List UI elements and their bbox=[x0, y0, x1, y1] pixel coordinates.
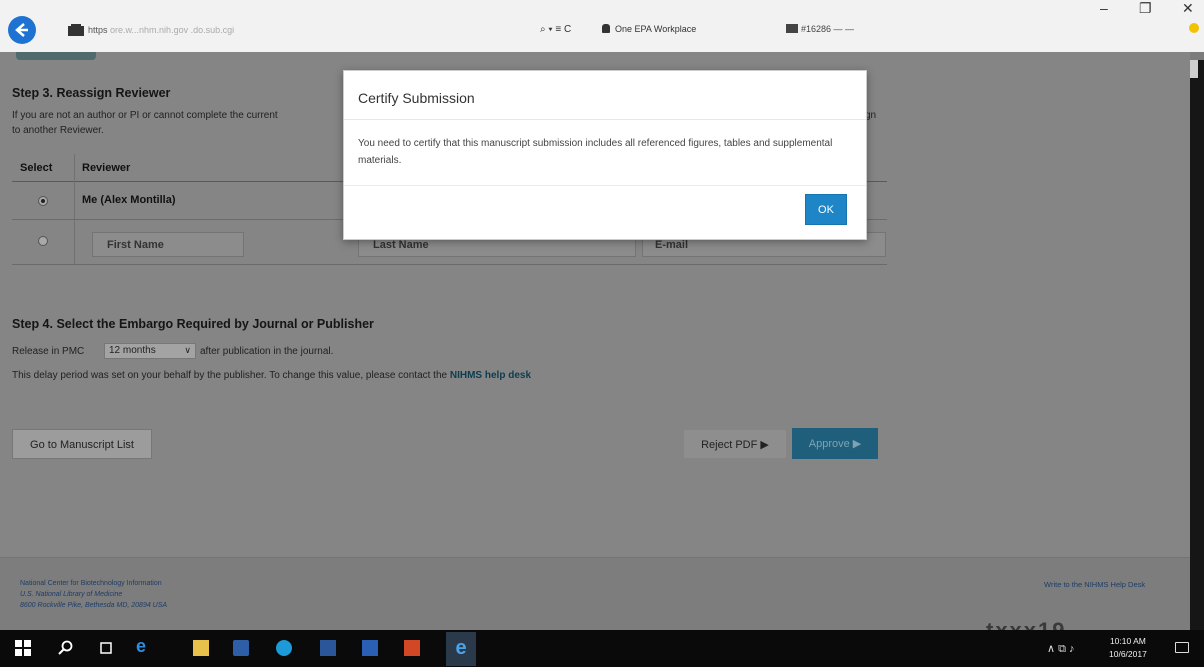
reviewer-me-radio[interactable] bbox=[38, 196, 48, 206]
nihms-help-desk-link[interactable]: NIHMS help desk bbox=[450, 370, 531, 381]
restore-button[interactable]: ❐ bbox=[1139, 0, 1152, 17]
dialog-message: You need to certify that this manuscript… bbox=[358, 138, 833, 166]
col-reviewer: Reviewer bbox=[82, 162, 131, 174]
notification-center-icon[interactable] bbox=[1175, 642, 1189, 653]
url-path: ore.w...nhm.nih.gov .do.sub.cgi bbox=[110, 25, 235, 35]
system-tray-icons[interactable]: ∧ ⧉ ♪ bbox=[1047, 642, 1075, 656]
task-view-icon[interactable] bbox=[98, 640, 114, 656]
step4-heading: Step 4. Select the Embargo Required by J… bbox=[12, 317, 374, 331]
footer-address: 8600 Rockville Pike, Bethesda MD, 20894 … bbox=[20, 602, 168, 609]
dialog-header-divider bbox=[344, 119, 866, 120]
search-icon[interactable] bbox=[58, 640, 74, 656]
chevron-down-icon: ∨ bbox=[184, 345, 191, 355]
media-player-icon[interactable] bbox=[233, 640, 249, 656]
approve-button[interactable]: Approve ▶ bbox=[792, 428, 878, 459]
reject-pdf-button[interactable]: Reject PDF ▶ bbox=[684, 430, 786, 458]
go-to-manuscript-list-button[interactable]: Go to Manuscript List bbox=[12, 429, 152, 459]
dialog-footer-divider bbox=[344, 185, 866, 186]
step3-heading: Step 3. Reassign Reviewer bbox=[12, 86, 171, 100]
page-edge-shadow bbox=[1190, 60, 1204, 630]
person-icon bbox=[602, 24, 610, 33]
internet-explorer-icon[interactable]: e bbox=[446, 632, 476, 666]
footer-org-line2[interactable]: U.S. National Library of Medicine bbox=[20, 591, 122, 598]
file-explorer-icon[interactable] bbox=[193, 640, 209, 656]
close-window-button[interactable]: ✕ bbox=[1182, 0, 1194, 17]
windows-taskbar: e e ∧ ⧉ ♪ 10:10 AM 10/6/2017 bbox=[0, 630, 1204, 667]
embargo-select[interactable]: 12 months ∨ bbox=[104, 343, 196, 359]
top-strip bbox=[16, 52, 96, 60]
ok-button[interactable]: OK bbox=[805, 194, 847, 225]
address-bar[interactable]: https ore.w...nhm.nih.gov .do.sub.cgi bbox=[88, 25, 234, 35]
delay-note-text: This delay period was set on your behalf… bbox=[12, 370, 448, 381]
back-arrow-icon bbox=[15, 23, 28, 37]
tab-second[interactable]: #16286 — — bbox=[786, 24, 854, 34]
certify-submission-dialog: Certify Submission You need to certify t… bbox=[343, 70, 867, 240]
delay-note: This delay period was set on your behalf… bbox=[12, 370, 531, 381]
footer-org-line1[interactable]: National Center for Biotechnology Inform… bbox=[20, 580, 162, 587]
clock-time: 10:10 AM bbox=[1109, 636, 1146, 646]
word-icon[interactable] bbox=[362, 640, 378, 656]
dialog-title: Certify Submission bbox=[358, 90, 475, 106]
step3-intro-line1: If you are not an author or PI or cannot… bbox=[12, 110, 278, 121]
site-favicon-icon bbox=[68, 24, 84, 36]
url-prefix: https bbox=[88, 25, 108, 35]
embargo-value: 12 months bbox=[109, 345, 156, 356]
release-prefix: Release in PMC bbox=[12, 346, 85, 357]
write-help-desk-link[interactable]: Write to the NIHMS Help Desk bbox=[1044, 580, 1145, 589]
release-suffix: after publication in the journal. bbox=[200, 346, 334, 357]
powerpoint-icon[interactable] bbox=[404, 640, 420, 656]
browser-chrome: https ore.w...nhm.nih.gov .do.sub.cgi ⌕ … bbox=[0, 0, 1204, 52]
scrollbar-top bbox=[1190, 60, 1198, 78]
minimize-button[interactable]: – bbox=[1100, 0, 1108, 16]
first-name-field[interactable]: First Name bbox=[92, 232, 244, 257]
clock-date: 10/6/2017 bbox=[1109, 649, 1147, 659]
reviewer-other-radio[interactable] bbox=[38, 236, 48, 246]
outlook-icon[interactable] bbox=[320, 640, 336, 656]
site-icon bbox=[786, 24, 798, 33]
taskbar-clock[interactable]: 10:10 AM 10/6/2017 bbox=[1109, 635, 1147, 661]
tab-label: One EPA Workplace bbox=[615, 24, 697, 34]
table-bottom-border bbox=[12, 264, 887, 265]
reviewer-me-label: Me (Alex Montilla) bbox=[82, 194, 176, 206]
tab2-label: #16286 — — bbox=[801, 24, 855, 34]
tab-one-epa-workplace[interactable]: One EPA Workplace bbox=[602, 24, 696, 34]
skype-icon[interactable] bbox=[276, 640, 292, 656]
back-button[interactable] bbox=[8, 16, 36, 44]
address-bar-tools[interactable]: ⌕ ▾ ≡ C bbox=[540, 24, 571, 35]
col-select: Select bbox=[20, 162, 53, 174]
feedback-smiley-icon[interactable] bbox=[1189, 23, 1199, 33]
page-footer: National Center for Biotechnology Inform… bbox=[0, 557, 1190, 632]
step3-intro-line2: to another Reviewer. bbox=[12, 125, 104, 136]
edge-browser-icon[interactable]: e bbox=[136, 636, 152, 656]
windows-start-icon[interactable] bbox=[15, 640, 31, 656]
